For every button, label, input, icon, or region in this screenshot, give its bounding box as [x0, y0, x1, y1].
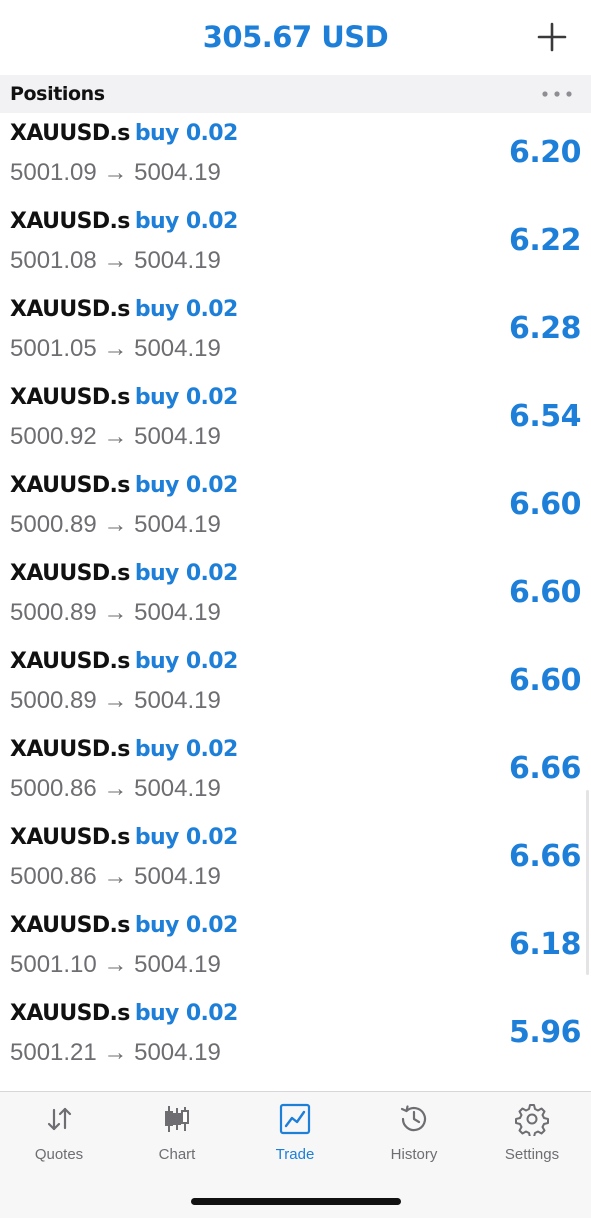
- position-side-volume: buy 0.02: [134, 649, 238, 674]
- position-symbol: XAUUSD.s: [10, 649, 130, 674]
- candlestick-icon: [165, 1106, 189, 1132]
- section-title: Positions: [10, 83, 105, 105]
- position-side-volume: buy 0.02: [134, 825, 238, 850]
- position-prices: 5001.09 → 5004.19: [10, 159, 221, 186]
- position-side-volume: buy 0.02: [134, 913, 238, 938]
- plus-icon[interactable]: [535, 20, 569, 54]
- position-profit: 6.18: [508, 927, 582, 962]
- position-row[interactable]: XAUUSD.s buy 0.02 5000.89 → 5004.19 6.60: [0, 641, 591, 729]
- position-side-volume: buy 0.02: [134, 209, 238, 234]
- tab-label: Settings: [504, 1146, 560, 1163]
- position-symbol: XAUUSD.s: [10, 121, 130, 146]
- position-row[interactable]: XAUUSD.s buy 0.02 5001.09 → 5004.19 6.20: [0, 113, 591, 201]
- position-prices: 5001.05 → 5004.19: [10, 335, 221, 362]
- position-row[interactable]: XAUUSD.s buy 0.02 5001.05 → 5004.19 6.28: [0, 289, 591, 377]
- tab-quotes[interactable]: Quotes: [0, 1102, 118, 1172]
- position-profit: 6.20: [508, 135, 582, 170]
- position-row[interactable]: XAUUSD.s buy 0.02 5000.89 → 5004.19 6.60: [0, 553, 591, 641]
- position-row[interactable]: XAUUSD.s buy 0.02 5000.92 → 5004.19 6.54: [0, 377, 591, 465]
- position-symbol: XAUUSD.s: [10, 825, 130, 850]
- position-row[interactable]: XAUUSD.s buy 0.02 5000.86 → 5004.19 6.66: [0, 729, 591, 817]
- position-prices: 5001.10 → 5004.19: [10, 951, 221, 978]
- clock-history-icon: [400, 1105, 427, 1132]
- gear-icon: [515, 1104, 549, 1136]
- position-prices: 5000.89 → 5004.19: [10, 687, 221, 714]
- position-row[interactable]: XAUUSD.s buy 0.02 5000.86 → 5004.19 6.66: [0, 817, 591, 905]
- position-profit: 6.22: [508, 223, 582, 258]
- positions-list: XAUUSD.s buy 0.02 5001.09 → 5004.19 6.20 …: [0, 113, 591, 1081]
- position-prices: 5001.21 → 5004.19: [10, 1039, 221, 1066]
- position-row[interactable]: XAUUSD.s buy 0.02 5000.89 → 5004.19 6.60: [0, 465, 591, 553]
- tab-label: History: [390, 1146, 438, 1163]
- position-row[interactable]: XAUUSD.s buy 0.02 5001.21 → 5004.19 5.96: [0, 993, 591, 1081]
- tab-settings[interactable]: Settings: [473, 1102, 591, 1172]
- position-profit: 6.60: [508, 575, 582, 610]
- position-profit: 5.96: [508, 1015, 582, 1050]
- sort-arrows-icon: [47, 1107, 72, 1131]
- tab-history[interactable]: History: [355, 1102, 473, 1172]
- position-side-volume: buy 0.02: [134, 473, 238, 498]
- top-bar: 305.67 USD: [0, 0, 591, 75]
- position-symbol: XAUUSD.s: [10, 209, 130, 234]
- position-profit: 6.60: [508, 487, 582, 522]
- position-prices: 5000.86 → 5004.19: [10, 863, 221, 890]
- trend-chart-icon: [279, 1103, 311, 1135]
- tab-trade[interactable]: Trade: [236, 1102, 354, 1172]
- position-prices: 5000.89 → 5004.19: [10, 511, 221, 538]
- home-indicator[interactable]: [191, 1198, 401, 1205]
- position-profit: 6.66: [508, 839, 582, 874]
- tab-label: Quotes: [34, 1146, 84, 1163]
- position-symbol: XAUUSD.s: [10, 913, 130, 938]
- position-prices: 5000.89 → 5004.19: [10, 599, 221, 626]
- scroll-indicator[interactable]: [586, 790, 589, 975]
- position-prices: 5001.08 → 5004.19: [10, 247, 221, 274]
- position-side-volume: buy 0.02: [134, 121, 238, 146]
- position-profit: 6.60: [508, 663, 582, 698]
- position-symbol: XAUUSD.s: [10, 1001, 130, 1026]
- ellipsis-icon[interactable]: [537, 83, 577, 105]
- tab-label: Trade: [275, 1146, 315, 1163]
- position-side-volume: buy 0.02: [134, 385, 238, 410]
- positions-section-header: Positions: [0, 75, 591, 113]
- position-symbol: XAUUSD.s: [10, 561, 130, 586]
- position-prices: 5000.86 → 5004.19: [10, 775, 221, 802]
- position-prices: 5000.92 → 5004.19: [10, 423, 221, 450]
- position-row[interactable]: XAUUSD.s buy 0.02 5001.08 → 5004.19 6.22: [0, 201, 591, 289]
- account-balance: 305.67 USD: [202, 20, 389, 54]
- tab-chart[interactable]: Chart: [118, 1102, 236, 1172]
- position-profit: 6.28: [508, 311, 582, 346]
- position-side-volume: buy 0.02: [134, 561, 238, 586]
- position-symbol: XAUUSD.s: [10, 385, 130, 410]
- position-symbol: XAUUSD.s: [10, 297, 130, 322]
- tab-label: Chart: [158, 1146, 196, 1163]
- position-profit: 6.54: [508, 399, 582, 434]
- position-symbol: XAUUSD.s: [10, 737, 130, 762]
- position-row[interactable]: XAUUSD.s buy 0.02 5001.10 → 5004.19 6.18: [0, 905, 591, 993]
- position-symbol: XAUUSD.s: [10, 473, 130, 498]
- position-profit: 6.66: [508, 751, 582, 786]
- position-side-volume: buy 0.02: [134, 297, 238, 322]
- position-side-volume: buy 0.02: [134, 1001, 238, 1026]
- position-side-volume: buy 0.02: [134, 737, 238, 762]
